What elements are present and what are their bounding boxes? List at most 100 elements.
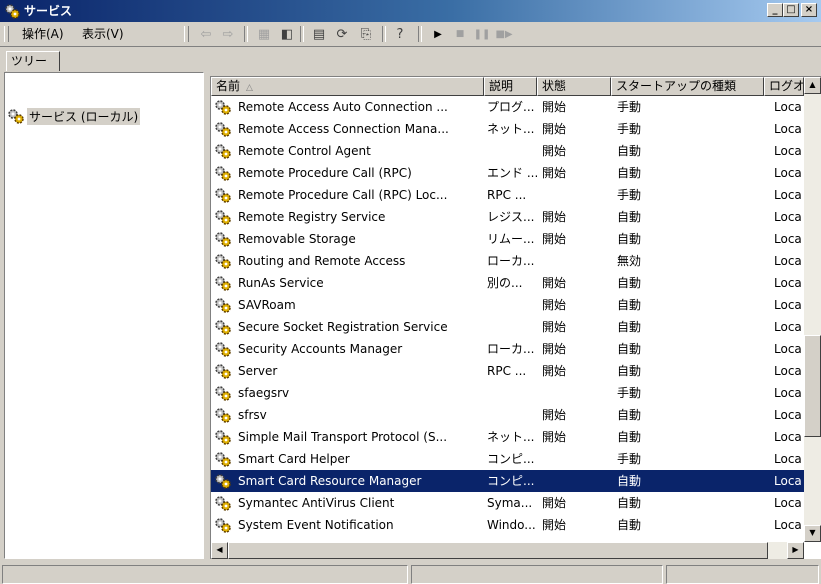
cell-logon: Loca [774,474,802,488]
show-tree-icon[interactable]: ◧ [279,26,295,42]
column-header-status[interactable]: 状態 [537,77,611,96]
tab-tree[interactable]: ツリー [6,51,60,71]
cell-desc [487,316,537,338]
vertical-scrollbar[interactable]: ▲ ▼ [804,77,821,542]
minimize-button[interactable]: _ [767,3,783,17]
table-row[interactable]: Routing and Remote Access ローカ... 無効 Loca [211,250,804,272]
cell-desc: ネット... [487,122,535,136]
cell-status: 開始 [542,364,567,378]
cell-startup: 自動 [617,144,642,158]
table-row[interactable]: Remote Access Connection Mana... ネット... 開始… [211,118,804,140]
service-gear-icon [214,407,232,423]
export-list-icon[interactable]: ⎘ [358,26,374,42]
table-row[interactable]: Security Accounts Manager ローカ... 開始 自動 Loca [211,338,804,360]
start-service-icon[interactable]: ▶ [430,26,446,42]
cell-startup: 自動 [617,496,642,510]
table-row[interactable]: RunAs Service 別の... 開始 自動 Loca [211,272,804,294]
cell-name: Remote Access Connection Mana... [238,122,449,136]
cell-startup: 手動 [617,188,642,202]
cell-startup: 自動 [617,342,642,356]
service-gear-icon [214,385,232,401]
cell-desc: レジス... [487,210,535,224]
tree-tab-area: ツリー [0,47,821,72]
cell-status: 開始 [542,408,567,422]
tree-item-label: サービス (ローカル) [27,107,141,125]
column-header-name[interactable]: 名前 △ [211,77,484,96]
pause-service-icon[interactable]: ❚❚ [474,26,491,42]
title-bar[interactable]: サービス _ □ × [0,0,821,22]
service-gear-icon [214,187,232,203]
cell-desc: コンピ... [487,452,535,466]
table-row[interactable]: Remote Registry Service レジス... 開始 自動 Loca [211,206,804,228]
service-gear-icon [214,231,232,247]
table-row[interactable]: Removable Storage リムー... 開始 自動 Loca [211,228,804,250]
table-row[interactable]: Symantec AntiVirus Client Syma... 開始 自動 Loca [211,492,804,514]
cell-status [542,184,612,206]
cell-startup: 無効 [617,254,642,268]
cell-status [542,470,612,492]
table-row[interactable]: sfaegsrv 手動 Loca [211,382,804,404]
cell-startup: 手動 [617,386,642,400]
status-bar [0,562,821,584]
cell-desc [487,140,537,162]
menu-grip[interactable] [4,26,9,42]
table-row[interactable]: Smart Card Resource Manager コンピ... 自動 Loca [211,470,804,492]
table-row[interactable]: Smart Card Helper コンピ... 手動 Loca [211,448,804,470]
tree-item-services-local[interactable]: サービス (ローカル) [7,107,141,125]
cell-logon: Loca [774,320,802,334]
table-row[interactable]: SAVRoam 開始 自動 Loca [211,294,804,316]
table-row[interactable]: Remote Control Agent 開始 自動 Loca [211,140,804,162]
cell-desc: エンド ... [487,166,537,180]
menu-view[interactable]: 表示(V) [82,27,124,41]
table-row[interactable]: Server RPC ... 開始 自動 Loca [211,360,804,382]
table-row[interactable]: System Event Notification Windo... 開始 自動 Loc… [211,514,804,536]
cell-name: Remote Registry Service [238,210,386,224]
help-icon[interactable]: ? [392,26,408,42]
refresh-icon[interactable]: ⟳ [334,26,350,42]
cell-startup: 自動 [617,408,642,422]
cell-logon: Loca [774,364,802,378]
service-gear-icon [214,473,232,489]
cell-name: Security Accounts Manager [238,342,403,356]
table-row[interactable]: Secure Socket Registration Service 開始 自動 Lo… [211,316,804,338]
menu-action[interactable]: 操作(A) [22,27,64,41]
scroll-up-icon[interactable]: ▲ [804,77,821,94]
column-header-startup-type[interactable]: スタートアップの種類 [611,77,764,96]
cell-status: 開始 [542,496,567,510]
table-row[interactable]: Remote Access Auto Connection ... プログ... 開… [211,96,804,118]
up-folder-icon[interactable]: ▦ [256,26,272,42]
back-icon[interactable]: ⇦ [198,26,214,42]
table-row[interactable]: Remote Procedure Call (RPC) エンド ... 開始 自動 Lo… [211,162,804,184]
horizontal-scrollbar[interactable]: ◀ ▶ [211,542,804,559]
column-header-description[interactable]: 説明 [484,77,537,96]
close-button[interactable]: × [801,3,817,17]
properties-icon[interactable]: ▤ [311,26,327,42]
table-row[interactable]: Remote Procedure Call (RPC) Loc... RPC ..… [211,184,804,206]
maximize-button[interactable]: □ [783,3,799,17]
cell-status: 開始 [542,144,567,158]
cell-name: System Event Notification [238,518,394,532]
cell-startup: 自動 [617,474,642,488]
table-row[interactable]: Simple Mail Transport Protocol (S... ネット.… [211,426,804,448]
services-list[interactable]: 名前 △ 説明 状態 スタートアップの種類 ログオ Remote Access A… [210,76,821,559]
cell-name: Routing and Remote Access [238,254,406,268]
cell-startup: 自動 [617,364,642,378]
service-gear-icon [214,495,232,511]
scroll-down-icon[interactable]: ▼ [804,525,821,542]
cell-status: 開始 [542,320,567,334]
scroll-right-icon[interactable]: ▶ [787,542,804,559]
column-header-logon[interactable]: ログオ [764,77,804,96]
cell-logon: Loca [774,452,802,466]
forward-icon[interactable]: ⇨ [220,26,236,42]
tree-pane[interactable]: サービス (ローカル) [4,72,204,559]
cell-name: Remote Procedure Call (RPC) Loc... [238,188,448,202]
service-gear-icon [214,209,232,225]
vertical-scroll-thumb[interactable] [804,335,821,437]
stop-service-icon[interactable]: ■ [452,26,468,42]
horizontal-scroll-thumb[interactable] [228,542,768,559]
cell-desc: Windo... [487,518,536,532]
scroll-left-icon[interactable]: ◀ [211,542,228,559]
toolbar-grip[interactable] [184,26,189,42]
table-row[interactable]: sfrsv 開始 自動 Loca [211,404,804,426]
restart-service-icon[interactable]: ■▶ [495,26,512,42]
